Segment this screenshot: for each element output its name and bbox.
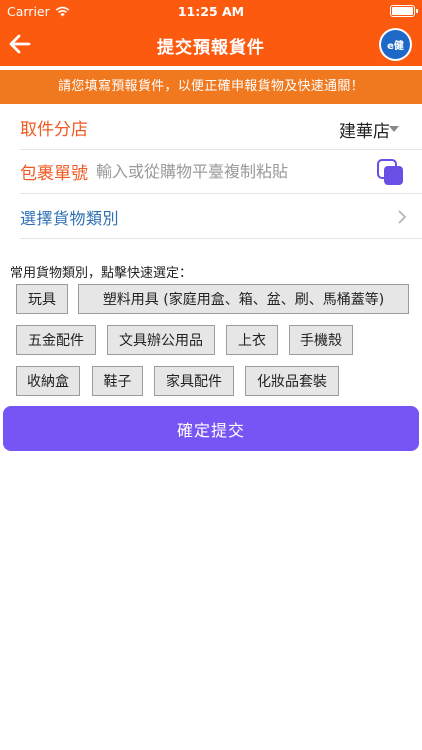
submit-button[interactable]: 確定提交 <box>3 406 419 451</box>
parcel-number-input[interactable] <box>96 162 366 181</box>
category-chip[interactable]: 家具配件 <box>154 366 234 396</box>
dropdown-caret-icon[interactable] <box>389 126 399 132</box>
status-time: 11:25 AM <box>177 4 245 19</box>
app-logo-mark: e健 <box>381 30 410 59</box>
status-bar: Carrier 11:25 AM <box>0 0 422 22</box>
category-row[interactable]: 選擇貨物類別 <box>20 195 422 239</box>
category-chip[interactable]: 塑料用具 (家庭用盒、箱、盆、刷、馬桶蓋等) <box>78 284 409 314</box>
category-chip[interactable]: 鞋子 <box>92 366 143 396</box>
category-chip[interactable]: 收納盒 <box>16 366 80 396</box>
category-label: 選擇貨物類別 <box>20 208 120 228</box>
category-chip[interactable]: 手機殼 <box>289 325 353 355</box>
category-chip[interactable]: 玩具 <box>16 284 68 314</box>
notice-banner: 請您填寫預報貨件，以便正確申報貨物及快速通關！ <box>0 70 422 104</box>
category-chip[interactable]: 化妝品套裝 <box>245 366 339 396</box>
parcel-row: 包裹單號 <box>20 150 422 194</box>
page-title: 提交預報貨件 <box>157 38 265 58</box>
app-logo: e健 <box>379 28 412 61</box>
paste-icon[interactable] <box>377 159 404 186</box>
parcel-label: 包裹單號 <box>20 164 88 184</box>
store-selected-value[interactable]: 建華店 <box>339 117 390 142</box>
navigation-bar: 提交預報貨件 e健 <box>0 22 422 66</box>
category-chip[interactable]: 文具辦公用品 <box>107 325 215 355</box>
quick-select-hint: 常用貨物類別，點擊快速選定： <box>10 266 193 281</box>
store-row[interactable]: 取件分店 建華店 <box>20 106 422 150</box>
store-label: 取件分店 <box>20 120 88 140</box>
chevron-right-icon <box>398 210 407 224</box>
category-chip[interactable]: 上衣 <box>226 325 278 355</box>
category-chip[interactable]: 五金配件 <box>16 325 96 355</box>
battery-icon <box>390 5 418 17</box>
